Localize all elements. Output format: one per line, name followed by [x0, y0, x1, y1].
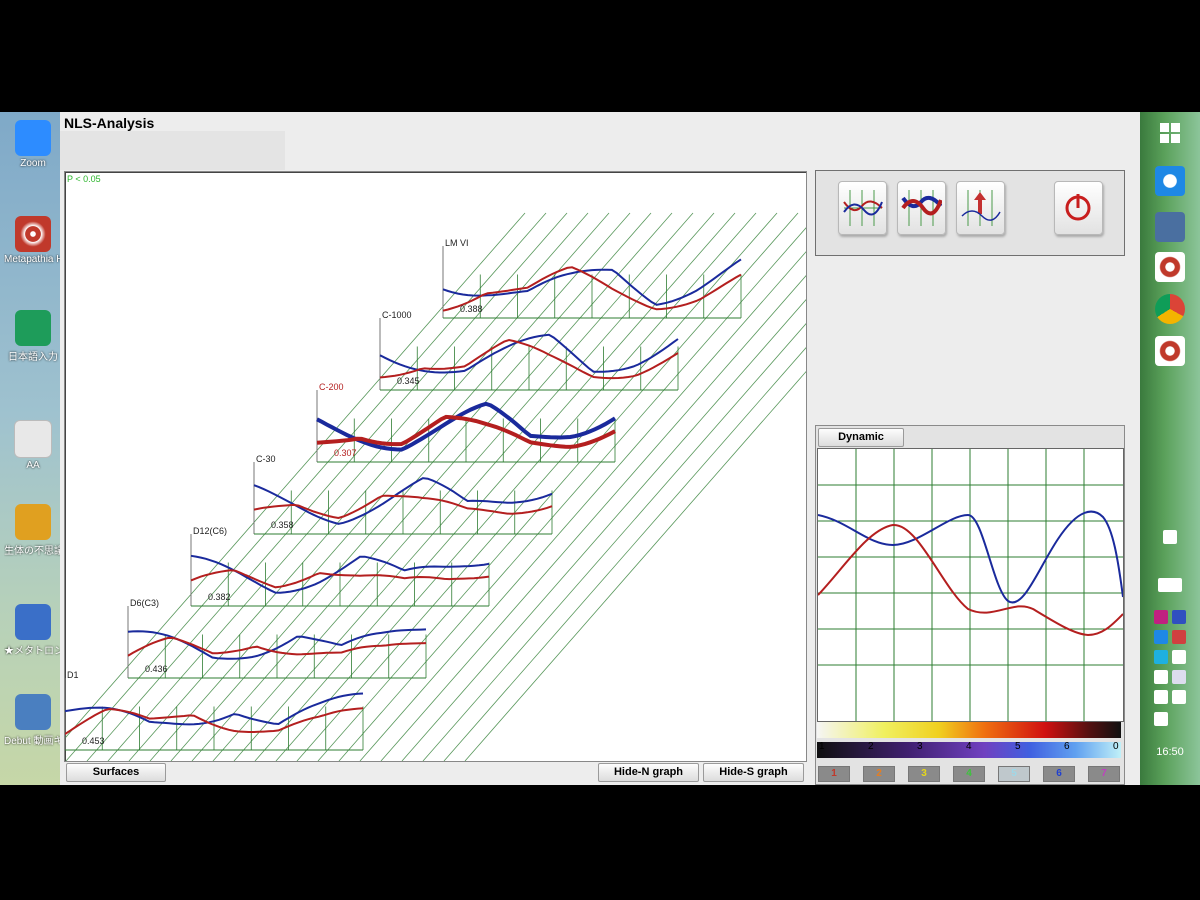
message-icon[interactable]: [1154, 670, 1168, 684]
desktop-icon-key[interactable]: 生体の不思議: [4, 504, 62, 557]
power-icon: [1065, 194, 1091, 221]
toolbar-panel: [815, 170, 1125, 256]
color-swatch-6[interactable]: 6: [1043, 766, 1075, 782]
scale-tick-label: 0: [1113, 741, 1119, 752]
target-taskbar-icon[interactable]: [1155, 336, 1185, 366]
layer-value-label: 0.388: [460, 304, 483, 314]
desktop-icon-zoom[interactable]: Zoom: [4, 120, 62, 169]
dynamic-grid: [818, 449, 1123, 721]
desktop-icon-aa[interactable]: AA: [4, 420, 62, 471]
stacked-plot-canvas: [65, 212, 806, 761]
surfaces-button[interactable]: Surfaces: [66, 763, 166, 782]
title-strip: [60, 131, 285, 170]
internet-explorer-icon[interactable]: [1155, 166, 1185, 196]
color-scale-canvas: 1 2 3 4 5 6 0: [817, 722, 1121, 758]
dynamic-chart[interactable]: [817, 448, 1124, 722]
layer-name-label: D12(C6): [193, 526, 228, 536]
dynamic-button[interactable]: Dynamic: [818, 428, 904, 447]
computer-icon[interactable]: [1155, 212, 1185, 242]
layer-name-label: D6(C3): [130, 598, 160, 608]
layer-name-label: C-1000: [382, 310, 412, 320]
desktop-icon-metatron[interactable]: ★メタトロン: [4, 604, 62, 657]
computer-app-icon: [15, 604, 51, 640]
layer-value-label: 0.453: [82, 736, 105, 746]
layer-name-label: D1: [67, 670, 79, 680]
color-scale: 1 2 3 4 5 6 0: [817, 722, 1121, 758]
tray-app-icon[interactable]: [1172, 630, 1186, 644]
desktop-icon-label: AA: [26, 460, 40, 471]
desktop-icon-label: Zoom: [20, 158, 46, 169]
desktop-icon-debut[interactable]: Debut 動画キャプチャソフト: [4, 694, 62, 747]
clock[interactable]: 16:50: [1140, 746, 1200, 758]
target-app-icon: [15, 216, 51, 252]
tray-app-icon[interactable]: [1154, 650, 1168, 664]
scale-tick-label: 1: [819, 741, 825, 752]
desktop-icon-ime[interactable]: 日本語入力: [4, 310, 62, 363]
scale-tick-label: 6: [1064, 741, 1070, 752]
taskbar: 16:50: [1140, 112, 1200, 785]
stacked-3d-plot[interactable]: P < 0.05 D1 0.453 D6(C3) 0.436 D12(C6) 0.382 C…: [64, 171, 807, 762]
bluetooth-icon[interactable]: [1172, 610, 1186, 624]
document-icon: [14, 420, 52, 458]
display-icon[interactable]: [1172, 650, 1186, 664]
scale-tick-label: 3: [917, 741, 923, 752]
volume-icon[interactable]: [1154, 712, 1168, 726]
dynamic-chart-canvas: [817, 449, 1124, 721]
ime-app-icon: [15, 310, 51, 346]
power-tray-icon[interactable]: [1163, 530, 1177, 544]
desktop-icon-metapathia[interactable]: Metapathia Hunter: [4, 216, 62, 265]
dynamic-panel: Dynamic 1 2 3 4 5 6 0 1 2 3 4 5 6 7: [815, 425, 1125, 785]
layer-value-label: 0.307: [334, 448, 357, 458]
wave-graph-icon: [843, 190, 883, 226]
layer-name-label: C-200: [319, 382, 344, 392]
tray-app-icon[interactable]: [1154, 610, 1168, 624]
layer-value-label: 0.358: [271, 520, 294, 530]
arrow-graph-button[interactable]: [956, 181, 1005, 235]
tray-app-icon[interactable]: [1172, 670, 1186, 684]
desktop-icon-label: 日本語入力: [8, 352, 58, 363]
scale-tick-label: 2: [868, 741, 874, 752]
key-app-icon: [15, 504, 51, 540]
desktop-icon-label: 生体の不思議: [4, 546, 62, 557]
power-button[interactable]: [1054, 181, 1103, 235]
layer-value-label: 0.436: [145, 664, 168, 674]
arrow-graph-icon: [961, 190, 1001, 226]
ie-tray-icon[interactable]: [1154, 630, 1168, 644]
metapathia-taskbar-icon[interactable]: [1155, 252, 1185, 282]
desktop-icon-label: Metapathia Hunter: [4, 254, 62, 265]
network-icon[interactable]: [1154, 690, 1168, 704]
desktop-icon-label: Debut 動画キャプチャソフト: [4, 736, 62, 747]
color-swatch-5[interactable]: 5: [998, 766, 1030, 782]
layer-name-label: C-30: [256, 454, 276, 464]
film-app-icon: [15, 694, 51, 730]
layer-value-label: 0.345: [397, 376, 420, 386]
color-swatch-7[interactable]: 7: [1088, 766, 1120, 782]
keyboard-icon[interactable]: [1158, 578, 1182, 592]
diagonal-guides: [65, 212, 806, 761]
color-swatch-4[interactable]: 4: [953, 766, 985, 782]
layer-name-label: LM VI: [445, 238, 469, 248]
layer-value-label: 0.382: [208, 592, 231, 602]
scale-tick-label: 4: [966, 741, 972, 752]
wave-graph-button[interactable]: [838, 181, 887, 235]
app-window: NLS-Analysis P < 0.05 D1 0.453 D6(C3) 0.436…: [60, 112, 1140, 785]
zoom-app-icon: [15, 120, 51, 156]
battery-icon[interactable]: [1172, 690, 1186, 704]
hide-n-graph-button[interactable]: Hide-N graph: [598, 763, 699, 782]
windows-start-icon[interactable]: [1155, 118, 1185, 148]
scale-tick-label: 5: [1015, 741, 1021, 752]
warm-gradient-bar: [817, 722, 1121, 738]
bold-wave-graph-icon: [901, 190, 942, 226]
color-swatch-3[interactable]: 3: [908, 766, 940, 782]
color-swatch-1[interactable]: 1: [818, 766, 850, 782]
significance-label: P < 0.05: [67, 174, 101, 184]
chrome-icon[interactable]: [1155, 294, 1185, 324]
color-swatch-2[interactable]: 2: [863, 766, 895, 782]
bold-wave-graph-button[interactable]: [897, 181, 946, 235]
window-title: NLS-Analysis: [64, 115, 155, 131]
desktop-icon-label: ★メタトロン: [4, 646, 62, 657]
hide-s-graph-button[interactable]: Hide-S graph: [703, 763, 804, 782]
